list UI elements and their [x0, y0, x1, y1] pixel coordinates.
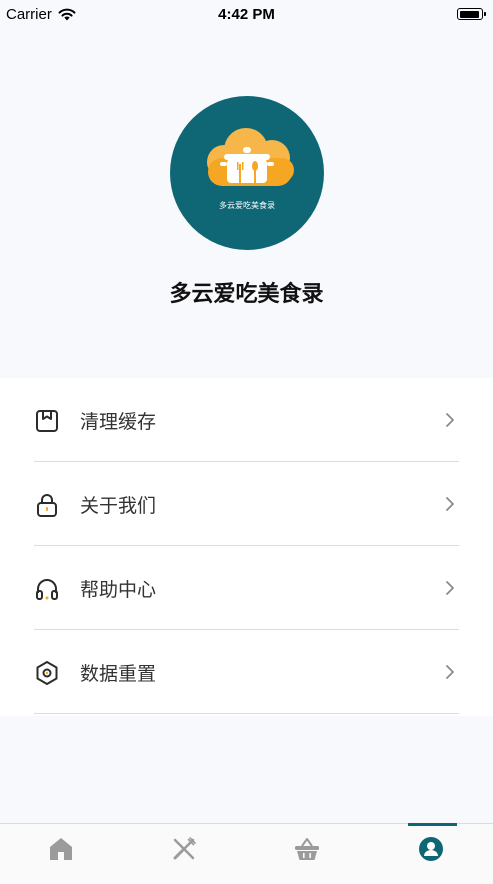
menu-item-label: 数据重置	[80, 663, 157, 685]
tab-basket[interactable]	[246, 824, 369, 884]
menu-item-about-us[interactable]: 关于我们	[34, 462, 459, 546]
menu-item-label: 关于我们	[80, 495, 157, 517]
menu-item-help-center[interactable]: 帮助中心	[34, 546, 459, 630]
home-icon	[50, 838, 72, 860]
tab-bar	[0, 823, 493, 883]
menu-item-label: 清理缓存	[80, 411, 157, 433]
logo-caption: 多云爱吃美食录	[219, 201, 275, 210]
status-left: Carrier	[6, 6, 76, 23]
tab-home[interactable]	[0, 824, 123, 884]
profile-header: 多云爱吃美食录 多云爱吃美食录	[0, 28, 493, 378]
app-logo: 多云爱吃美食录	[170, 96, 324, 250]
tab-profile[interactable]	[370, 824, 493, 884]
status-bar: Carrier 4:42 PM	[0, 0, 493, 28]
user-circle-icon	[419, 837, 443, 861]
menu-item-clear-cache[interactable]: 清理缓存	[34, 378, 459, 462]
fork-knife-icon	[173, 837, 196, 860]
chevron-right-icon	[446, 413, 454, 427]
headphones-icon	[36, 579, 58, 600]
package-box-icon	[36, 410, 58, 432]
carrier-label: Carrier	[6, 5, 52, 23]
hexagon-settings-icon	[36, 661, 58, 685]
battery-icon	[457, 8, 486, 20]
app-title: 多云爱吃美食录	[169, 282, 324, 307]
tab-recipes[interactable]	[123, 824, 246, 884]
chevron-right-icon	[446, 665, 454, 679]
chevron-right-icon	[446, 581, 454, 595]
basket-icon	[295, 838, 319, 860]
lock-icon	[37, 494, 57, 517]
settings-menu: 清理缓存 关于我们 帮助中心 数据重置	[0, 378, 493, 716]
menu-item-data-reset[interactable]: 数据重置	[34, 630, 459, 714]
cooking-pot-cloud-icon	[207, 128, 294, 186]
wifi-icon	[58, 8, 76, 20]
menu-item-label: 帮助中心	[80, 579, 157, 601]
chevron-right-icon	[446, 497, 454, 511]
